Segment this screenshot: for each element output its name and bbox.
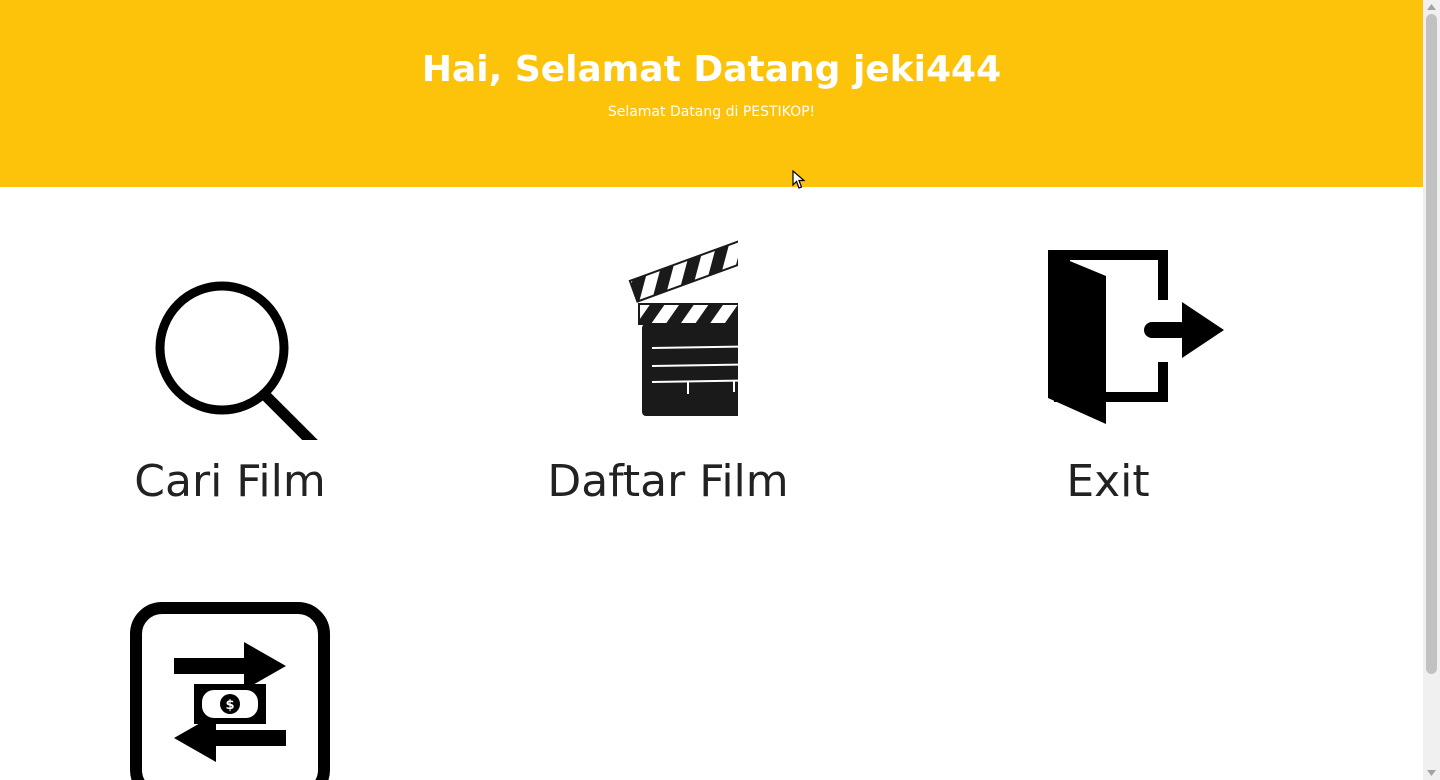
scroll-up-arrow-icon[interactable] bbox=[1423, 0, 1440, 14]
menu-card-daftar-film[interactable]: Daftar Film bbox=[528, 228, 808, 510]
menu-card-transaksi[interactable]: $ bbox=[120, 600, 340, 780]
mouse-cursor-icon bbox=[792, 169, 806, 190]
welcome-subtitle: Selamat Datang di PESTIKOP! bbox=[607, 104, 816, 120]
menu-label-daftar-film[interactable]: Daftar Film bbox=[528, 454, 808, 510]
vertical-scrollbar[interactable] bbox=[1423, 0, 1440, 780]
page: Hai, Selamat Datang jeki444 Selamat Data… bbox=[0, 0, 1423, 780]
menu-label-exit[interactable]: Exit bbox=[968, 454, 1248, 510]
money-transfer-icon[interactable]: $ bbox=[130, 602, 330, 780]
clapperboard-icon[interactable] bbox=[578, 228, 788, 420]
menu-label-cari-film[interactable]: Cari Film bbox=[90, 454, 370, 510]
welcome-banner: Hai, Selamat Datang jeki444 Selamat Data… bbox=[0, 0, 1423, 187]
search-icon[interactable] bbox=[150, 260, 330, 452]
menu-card-cari-film[interactable]: Cari Film bbox=[90, 240, 370, 510]
svg-text:$: $ bbox=[225, 698, 234, 713]
menu-card-exit[interactable]: Exit bbox=[968, 240, 1248, 510]
scrollbar-thumb[interactable] bbox=[1426, 14, 1437, 674]
exit-door-icon[interactable] bbox=[1040, 240, 1234, 434]
scroll-down-arrow-icon[interactable] bbox=[1423, 766, 1440, 780]
welcome-title: Hai, Selamat Datang jeki444 bbox=[421, 49, 1002, 90]
